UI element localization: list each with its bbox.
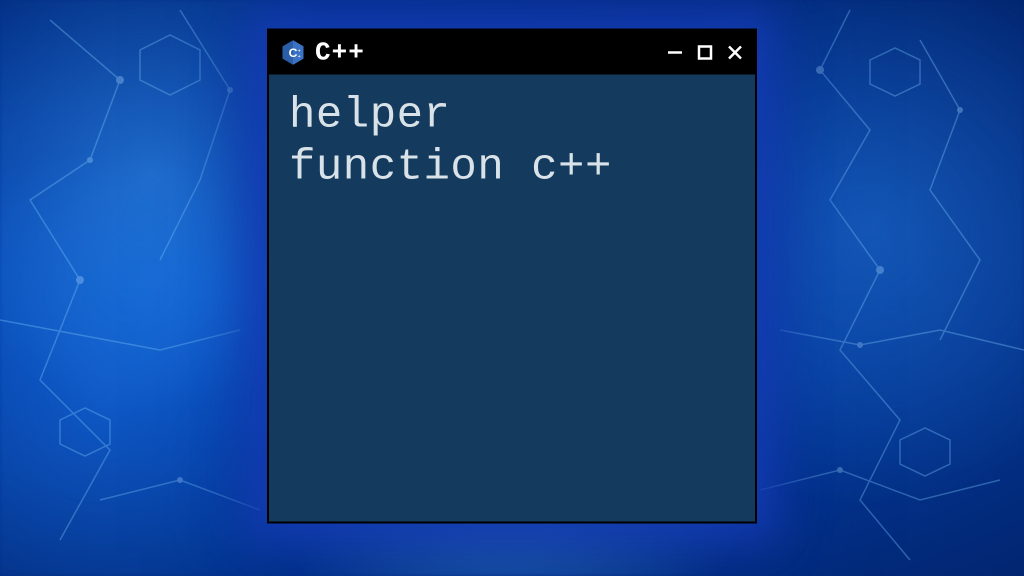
window-title: C++ — [315, 38, 365, 68]
window-controls — [665, 43, 745, 63]
terminal-window: C + + C++ helper function c++ — [267, 29, 757, 524]
content-line-2: function c++ — [289, 143, 735, 195]
svg-text:+: + — [298, 54, 301, 60]
window-titlebar: C + + C++ — [269, 31, 755, 75]
svg-text:C: C — [289, 46, 298, 60]
terminal-content: helper function c++ — [269, 75, 755, 211]
cpp-logo-icon: C + + — [279, 39, 307, 67]
content-line-1: helper — [289, 91, 735, 143]
minimize-button[interactable] — [665, 43, 685, 63]
maximize-button[interactable] — [695, 43, 715, 63]
close-button[interactable] — [725, 43, 745, 63]
